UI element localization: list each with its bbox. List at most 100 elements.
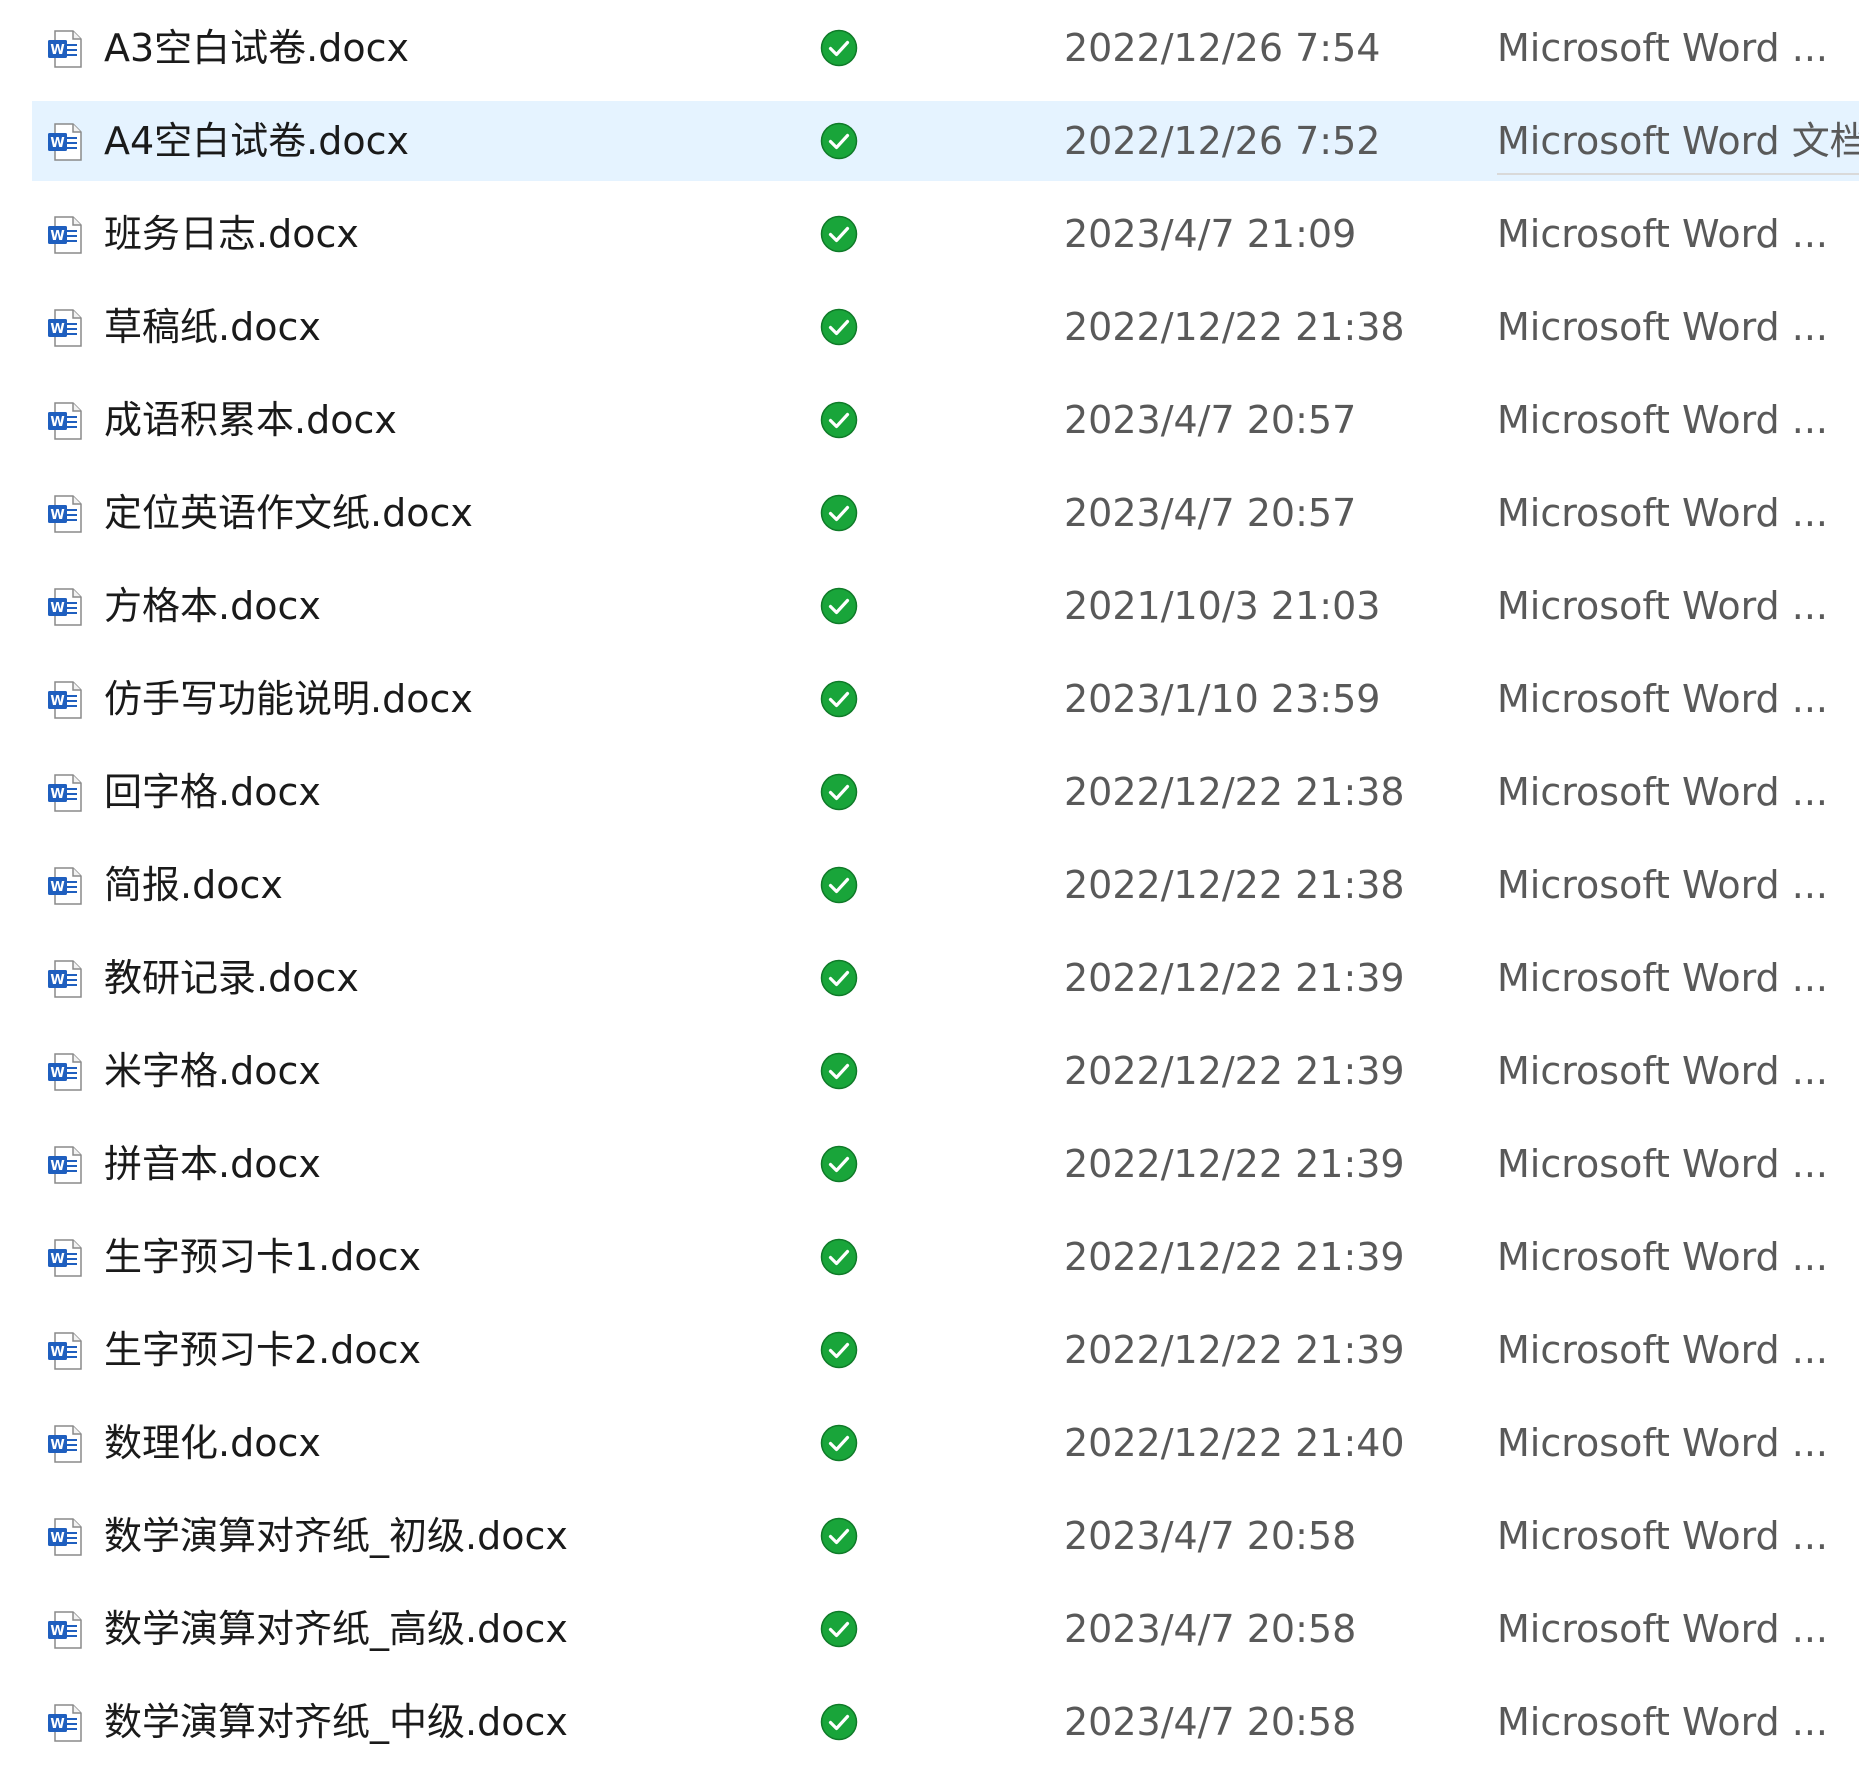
svg-text:W: W bbox=[50, 880, 64, 895]
synced-check-icon bbox=[820, 122, 858, 160]
file-row[interactable]: W 简报.docx 2022/12/22 21:38 Microsoft Word .… bbox=[32, 845, 1859, 925]
file-list: W A3空白试卷.docx 2022/12/26 7:54 Microsoft Wor… bbox=[0, 0, 1859, 1767]
file-row[interactable]: W 米字格.docx 2022/12/22 21:39 Microsoft Word … bbox=[32, 1031, 1859, 1111]
file-type: Microsoft Word ... bbox=[1497, 305, 1828, 349]
file-name[interactable]: 简报.docx bbox=[104, 845, 283, 925]
modified-date: 2022/12/22 21:39 bbox=[1064, 1142, 1405, 1186]
file-row[interactable]: W 数学演算对齐纸_高级.docx 2023/4/7 20:58 Microsoft … bbox=[32, 1589, 1859, 1669]
file-row[interactable]: W 定位英语作文纸.docx 2023/4/7 20:57 Microsoft Wor… bbox=[32, 473, 1859, 553]
file-name[interactable]: 回字格.docx bbox=[104, 752, 321, 832]
file-row[interactable]: W 生字预习卡2.docx 2022/12/22 21:39 Microsoft Wo… bbox=[32, 1310, 1859, 1390]
modified-date: 2022/12/26 7:54 bbox=[1064, 26, 1381, 70]
file-name[interactable]: 生字预习卡2.docx bbox=[104, 1310, 421, 1390]
file-name[interactable]: 数学演算对齐纸_中级.docx bbox=[104, 1682, 568, 1762]
file-type: Microsoft Word ... bbox=[1497, 1700, 1828, 1744]
word-document-icon: W bbox=[46, 866, 86, 906]
synced-check-icon bbox=[820, 1331, 858, 1369]
file-type: Microsoft Word ... bbox=[1497, 212, 1828, 256]
file-row[interactable]: W 班务日志.docx 2023/4/7 21:09 Microsoft Word .… bbox=[32, 194, 1859, 274]
word-document-icon: W bbox=[46, 1703, 86, 1743]
synced-check-icon bbox=[820, 1703, 858, 1741]
file-type: Microsoft Word ... bbox=[1497, 26, 1828, 70]
file-name[interactable]: 草稿纸.docx bbox=[104, 287, 321, 367]
file-row[interactable]: W 仿手写功能说明.docx 2023/1/10 23:59 Microsoft Wo… bbox=[32, 659, 1859, 739]
svg-text:W: W bbox=[50, 1438, 64, 1453]
file-type: Microsoft Word ... bbox=[1497, 1514, 1828, 1558]
file-type: Microsoft Word ... bbox=[1497, 863, 1828, 907]
synced-check-icon bbox=[820, 866, 858, 904]
file-row[interactable]: W 生字预习卡1.docx 2022/12/22 21:39 Microsoft Wo… bbox=[32, 1217, 1859, 1297]
file-type: Microsoft Word ... bbox=[1497, 1421, 1828, 1465]
svg-text:W: W bbox=[50, 322, 64, 337]
svg-text:W: W bbox=[50, 508, 64, 523]
svg-text:W: W bbox=[50, 1159, 64, 1174]
file-name[interactable]: 米字格.docx bbox=[104, 1031, 321, 1111]
modified-date: 2023/4/7 20:57 bbox=[1064, 398, 1357, 442]
file-name[interactable]: 方格本.docx bbox=[104, 566, 321, 646]
modified-date: 2022/12/22 21:40 bbox=[1064, 1421, 1405, 1465]
file-name[interactable]: 仿手写功能说明.docx bbox=[104, 659, 473, 739]
modified-date: 2023/4/7 21:09 bbox=[1064, 212, 1357, 256]
modified-date: 2022/12/22 21:39 bbox=[1064, 1235, 1405, 1279]
file-row[interactable]: W 数学演算对齐纸_初级.docx 2023/4/7 20:58 Microsoft … bbox=[32, 1496, 1859, 1576]
file-row[interactable]: W 教研记录.docx 2022/12/22 21:39 Microsoft Word… bbox=[32, 938, 1859, 1018]
svg-text:W: W bbox=[50, 1252, 64, 1267]
file-name[interactable]: A4空白试卷.docx bbox=[104, 101, 409, 181]
modified-date: 2022/12/22 21:38 bbox=[1064, 305, 1405, 349]
file-name[interactable]: 拼音本.docx bbox=[104, 1124, 321, 1204]
file-row[interactable]: W A3空白试卷.docx 2022/12/26 7:54 Microsoft Wor… bbox=[32, 8, 1859, 88]
word-document-icon: W bbox=[46, 959, 86, 999]
word-document-icon: W bbox=[46, 1052, 86, 1092]
file-row[interactable]: W 方格本.docx 2021/10/3 21:03 Microsoft Word .… bbox=[32, 566, 1859, 646]
modified-date: 2022/12/22 21:39 bbox=[1064, 1328, 1405, 1372]
file-row[interactable]: W 草稿纸.docx 2022/12/22 21:38 Microsoft Word … bbox=[32, 287, 1859, 367]
file-name[interactable]: 数理化.docx bbox=[104, 1403, 321, 1483]
svg-text:W: W bbox=[50, 694, 64, 709]
word-document-icon: W bbox=[46, 494, 86, 534]
file-row[interactable]: W 成语积累本.docx 2023/4/7 20:57 Microsoft Word … bbox=[32, 380, 1859, 460]
synced-check-icon bbox=[820, 1052, 858, 1090]
file-row[interactable]: W A4空白试卷.docx 2022/12/26 7:52 Microsoft Wor… bbox=[32, 101, 1859, 181]
word-document-icon: W bbox=[46, 773, 86, 813]
file-type: Microsoft Word ... bbox=[1497, 770, 1828, 814]
file-row[interactable]: W 拼音本.docx 2022/12/22 21:39 Microsoft Word … bbox=[32, 1124, 1859, 1204]
synced-check-icon bbox=[820, 401, 858, 439]
file-type: Microsoft Word ... bbox=[1497, 584, 1828, 628]
svg-text:W: W bbox=[50, 1624, 64, 1639]
modified-date: 2023/1/10 23:59 bbox=[1064, 677, 1381, 721]
synced-check-icon bbox=[820, 959, 858, 997]
word-document-icon: W bbox=[46, 1238, 86, 1278]
modified-date: 2022/12/26 7:52 bbox=[1064, 119, 1381, 163]
file-name[interactable]: 成语积累本.docx bbox=[104, 380, 397, 460]
synced-check-icon bbox=[820, 587, 858, 625]
svg-text:W: W bbox=[50, 136, 64, 151]
file-name[interactable]: 数学演算对齐纸_高级.docx bbox=[104, 1589, 568, 1669]
word-document-icon: W bbox=[46, 587, 86, 627]
modified-date: 2023/4/7 20:57 bbox=[1064, 491, 1357, 535]
modified-date: 2022/12/22 21:39 bbox=[1064, 956, 1405, 1000]
file-type: Microsoft Word ... bbox=[1497, 1142, 1828, 1186]
file-name[interactable]: 生字预习卡1.docx bbox=[104, 1217, 421, 1297]
file-row[interactable]: W 数学演算对齐纸_中级.docx 2023/4/7 20:58 Microsoft … bbox=[32, 1682, 1859, 1762]
synced-check-icon bbox=[820, 308, 858, 346]
file-name[interactable]: 班务日志.docx bbox=[104, 194, 359, 274]
synced-check-icon bbox=[820, 773, 858, 811]
file-type: Microsoft Word ... bbox=[1497, 1049, 1828, 1093]
synced-check-icon bbox=[820, 215, 858, 253]
svg-text:W: W bbox=[50, 415, 64, 430]
synced-check-icon bbox=[820, 29, 858, 67]
modified-date: 2022/12/22 21:38 bbox=[1064, 863, 1405, 907]
synced-check-icon bbox=[820, 1145, 858, 1183]
file-row[interactable]: W 数理化.docx 2022/12/22 21:40 Microsoft Word … bbox=[32, 1403, 1859, 1483]
file-name[interactable]: A3空白试卷.docx bbox=[104, 8, 409, 88]
file-name[interactable]: 定位英语作文纸.docx bbox=[104, 473, 473, 553]
svg-text:W: W bbox=[50, 1717, 64, 1732]
file-name[interactable]: 教研记录.docx bbox=[104, 938, 359, 1018]
file-type: Microsoft Word ... bbox=[1497, 491, 1828, 535]
file-row[interactable]: W 回字格.docx 2022/12/22 21:38 Microsoft Word … bbox=[32, 752, 1859, 832]
modified-date: 2023/4/7 20:58 bbox=[1064, 1700, 1357, 1744]
svg-text:W: W bbox=[50, 601, 64, 616]
file-type: Microsoft Word ... bbox=[1497, 398, 1828, 442]
file-name[interactable]: 数学演算对齐纸_初级.docx bbox=[104, 1496, 568, 1576]
svg-text:W: W bbox=[50, 1066, 64, 1081]
